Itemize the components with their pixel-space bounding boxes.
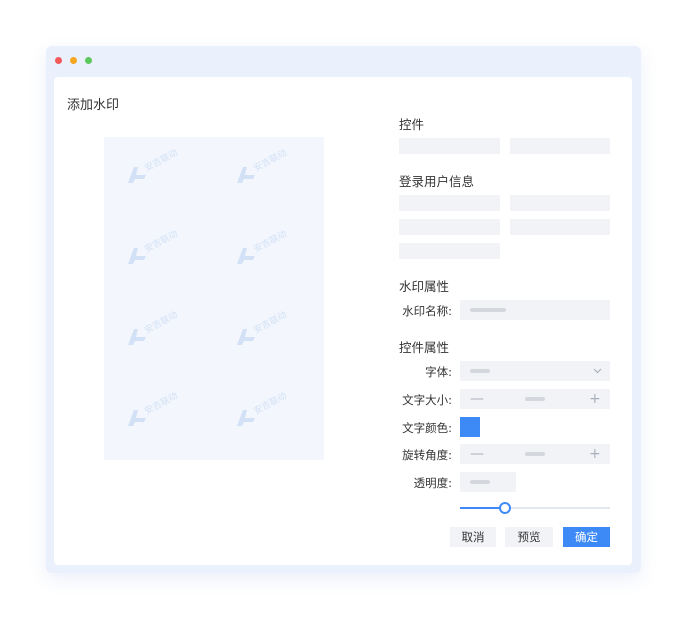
close-dot-icon[interactable]: [55, 57, 62, 64]
rotation-stepper[interactable]: — +: [460, 444, 610, 464]
plus-icon[interactable]: +: [589, 392, 601, 406]
chevron-down-icon: [593, 368, 602, 374]
watermark-text: 安吉联动: [252, 391, 289, 417]
login-info-option[interactable]: [510, 219, 610, 235]
section-controls-label: 控件: [399, 117, 425, 132]
watermark-tile: 安吉联动: [126, 391, 216, 442]
select-value-placeholder: [470, 369, 490, 373]
opacity-value-placeholder: [470, 480, 490, 484]
watermark-tile: 安吉联动: [126, 148, 216, 199]
rotation-label: 旋转角度:: [402, 448, 452, 462]
watermark-text: 安吉联动: [143, 310, 180, 336]
opacity-input[interactable]: [460, 472, 516, 492]
watermark-text: 安吉联动: [143, 148, 180, 174]
login-info-option[interactable]: [510, 195, 610, 211]
watermark-text: 安吉联动: [252, 148, 289, 174]
opacity-label: 透明度:: [413, 476, 452, 490]
watermark-tile: 安吉联动: [126, 229, 216, 280]
app-window: 添加水印 安吉联动 安吉联动 安吉联动 安吉联动 安吉联动 安吉联动 安吉联动 安吉联动 控件…: [46, 46, 641, 573]
watermark-text: 安吉联动: [143, 229, 180, 255]
watermark-text: 安吉联动: [252, 310, 289, 336]
minus-icon[interactable]: —: [470, 447, 484, 461]
control-option[interactable]: [510, 138, 610, 154]
dialog-panel: 添加水印 安吉联动 安吉联动 安吉联动 安吉联动 安吉联动 安吉联动 安吉联动 安吉联动 控件…: [54, 77, 632, 565]
stepper-value-placeholder: [525, 452, 545, 456]
section-control-props-label: 控件属性: [399, 340, 450, 355]
login-info-option[interactable]: [399, 195, 500, 211]
minus-icon[interactable]: —: [470, 392, 484, 406]
text-color-label: 文字颜色:: [402, 421, 452, 435]
watermark-name-input[interactable]: [460, 300, 610, 320]
watermark-tile: 安吉联动: [235, 229, 324, 280]
confirm-button[interactable]: 确定: [563, 527, 610, 547]
minimize-dot-icon[interactable]: [70, 57, 77, 64]
cancel-button[interactable]: 取消: [450, 527, 496, 547]
watermark-tile: 安吉联动: [126, 310, 216, 361]
section-login-info-label: 登录用户信息: [399, 174, 475, 189]
preview-button[interactable]: 预览: [505, 527, 553, 547]
opacity-slider-handle[interactable]: [499, 502, 511, 514]
watermark-tile: 安吉联动: [235, 310, 324, 361]
input-value-placeholder: [470, 308, 506, 312]
control-option[interactable]: [399, 138, 500, 154]
watermark-tile: 安吉联动: [235, 391, 324, 442]
plus-icon[interactable]: +: [589, 447, 601, 461]
font-label: 字体:: [425, 365, 452, 379]
watermark-name-label: 水印名称:: [402, 304, 452, 318]
font-size-stepper[interactable]: — +: [460, 389, 610, 409]
watermark-text: 安吉联动: [143, 391, 180, 417]
watermark-preview: 安吉联动 安吉联动 安吉联动 安吉联动 安吉联动 安吉联动 安吉联动 安吉联动: [104, 137, 324, 460]
maximize-dot-icon[interactable]: [85, 57, 92, 64]
text-color-swatch[interactable]: [460, 417, 480, 437]
login-info-option[interactable]: [399, 243, 500, 259]
font-size-label: 文字大小:: [402, 393, 452, 407]
stepper-value-placeholder: [525, 397, 545, 401]
watermark-text: 安吉联动: [252, 229, 289, 255]
watermark-tile: 安吉联动: [235, 148, 324, 199]
login-info-option[interactable]: [399, 219, 500, 235]
section-watermark-props-label: 水印属性: [399, 279, 450, 294]
font-select[interactable]: [460, 361, 610, 381]
dialog-title: 添加水印: [67, 98, 120, 113]
opacity-slider[interactable]: [460, 502, 610, 514]
